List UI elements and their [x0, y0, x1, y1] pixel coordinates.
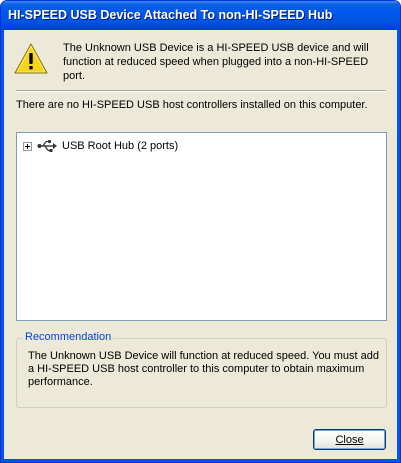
window-frame-bottom — [1, 459, 400, 462]
close-button[interactable]: Close — [313, 429, 386, 450]
tree-item-label: USB Root Hub (2 ports) — [62, 140, 179, 152]
info-text: There are no HI-SPEED USB host controlle… — [16, 99, 368, 111]
title-bar[interactable]: HI-SPEED USB Device Attached To non-HI-S… — [1, 1, 400, 30]
warning-icon — [14, 43, 48, 74]
window-frame-right — [397, 30, 400, 462]
separator — [16, 90, 386, 92]
usb-icon — [37, 139, 57, 152]
tree-item-usb-root-hub[interactable]: USB Root Hub (2 ports) — [23, 138, 178, 154]
window-frame-left — [1, 30, 4, 462]
recommendation-group: Recommendation The Unknown USB Device wi… — [16, 331, 387, 408]
recommendation-title: Recommendation — [23, 331, 114, 343]
warning-message: The Unknown USB Device is a HI-SPEED USB… — [63, 42, 369, 82]
usb-device-tree[interactable]: USB Root Hub (2 ports) — [16, 132, 387, 321]
close-button-label: Close — [335, 433, 364, 446]
expand-icon[interactable] — [23, 141, 32, 151]
dialog-window: HI-SPEED USB Device Attached To non-HI-S… — [0, 0, 401, 463]
recommendation-text: The Unknown USB Device will function at … — [28, 350, 379, 388]
window-title: HI-SPEED USB Device Attached To non-HI-S… — [8, 8, 333, 22]
